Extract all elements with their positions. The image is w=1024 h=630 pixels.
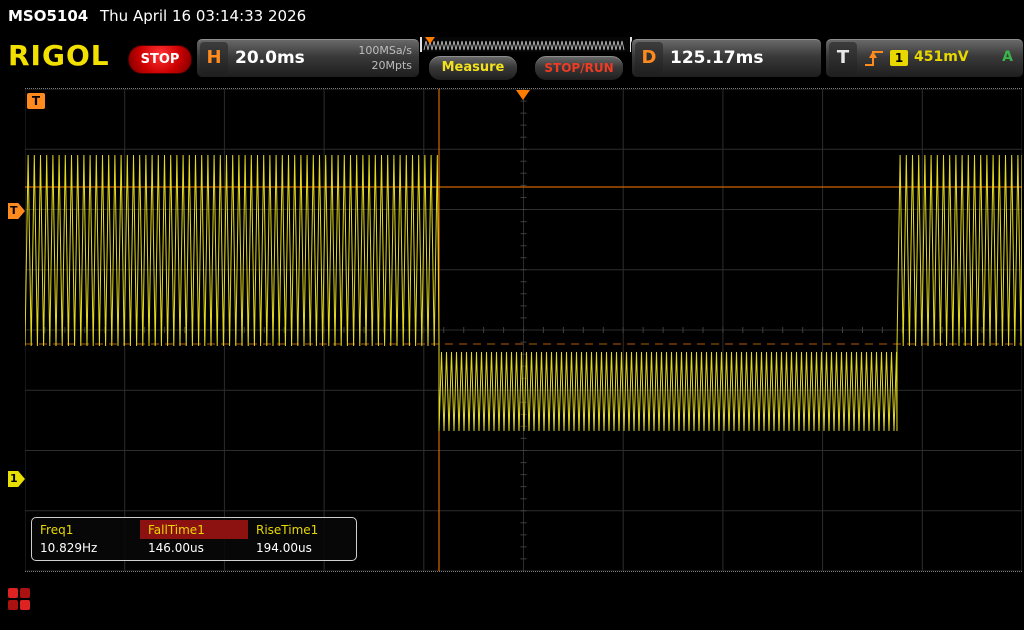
- horizontal-label: H: [200, 42, 228, 74]
- measurements-panel[interactable]: Freq1 10.829Hz FallTime1 146.00us RiseTi…: [31, 517, 357, 561]
- run-state-badge: STOP: [128, 45, 192, 74]
- memory-depth: 20Mpts: [358, 58, 412, 73]
- acquisition-info: 100MSa/s 20Mpts: [358, 43, 412, 73]
- measure-button[interactable]: Measure: [428, 55, 518, 81]
- delay-label: D: [635, 42, 663, 74]
- trigger-settings-button[interactable]: T 1 451mV A: [825, 38, 1024, 78]
- delay-value: 125.17ms: [670, 48, 763, 68]
- memory-waveform-preview: [422, 37, 626, 52]
- memory-position-bar[interactable]: [420, 37, 632, 52]
- trigger-mode: A: [1002, 49, 1013, 65]
- model-name: MSO5104: [8, 7, 88, 25]
- trigger-label: T: [829, 42, 857, 74]
- trigger-slope-icon: [863, 47, 885, 69]
- app-grid-icon[interactable]: [7, 587, 31, 611]
- measurement-value: 10.829Hz: [32, 539, 140, 558]
- trigger-source-badge: 1: [890, 50, 908, 66]
- waveform-display: [25, 89, 1022, 571]
- measurement-item[interactable]: RiseTime1 194.00us: [248, 520, 356, 558]
- datetime-text: Thu April 16 03:14:33 2026: [100, 7, 306, 25]
- measurement-item[interactable]: FallTime1 146.00us: [140, 520, 248, 558]
- measurement-value: 146.00us: [140, 539, 248, 558]
- measurement-name: FallTime1: [140, 520, 248, 539]
- measurement-value: 194.00us: [248, 539, 356, 558]
- trigger-level-marker[interactable]: T: [8, 203, 25, 219]
- sample-rate: 100MSa/s: [358, 43, 412, 58]
- measurement-name: RiseTime1: [248, 520, 356, 539]
- delay-button[interactable]: D 125.17ms: [631, 38, 822, 78]
- channel-bar: 1 100mV -256mV 2 100mV 0.00V 3 100mV 0.0…: [0, 578, 1024, 630]
- measurement-item[interactable]: Freq1 10.829Hz: [32, 520, 140, 558]
- stop-run-button[interactable]: STOP/RUN: [534, 55, 624, 81]
- trigger-status-flag: T: [27, 93, 45, 109]
- titlebar: MSO5104 Thu April 16 03:14:33 2026: [0, 0, 1024, 32]
- rigol-logo: RIGOL: [8, 39, 110, 72]
- graticule[interactable]: T T 1 Freq1 10.829Hz FallTime1 146.00us …: [25, 88, 1022, 572]
- measurement-name: Freq1: [32, 520, 140, 539]
- channel1-offset-marker[interactable]: 1: [8, 471, 25, 487]
- horizontal-settings-button[interactable]: H 20.0ms 100MSa/s 20Mpts: [196, 38, 420, 78]
- timebase-value: 20.0ms: [235, 48, 305, 68]
- trigger-level-value: 451mV: [914, 49, 969, 65]
- oscilloscope-screen: MSO5104 Thu April 16 03:14:33 2026 RIGOL…: [0, 0, 1024, 630]
